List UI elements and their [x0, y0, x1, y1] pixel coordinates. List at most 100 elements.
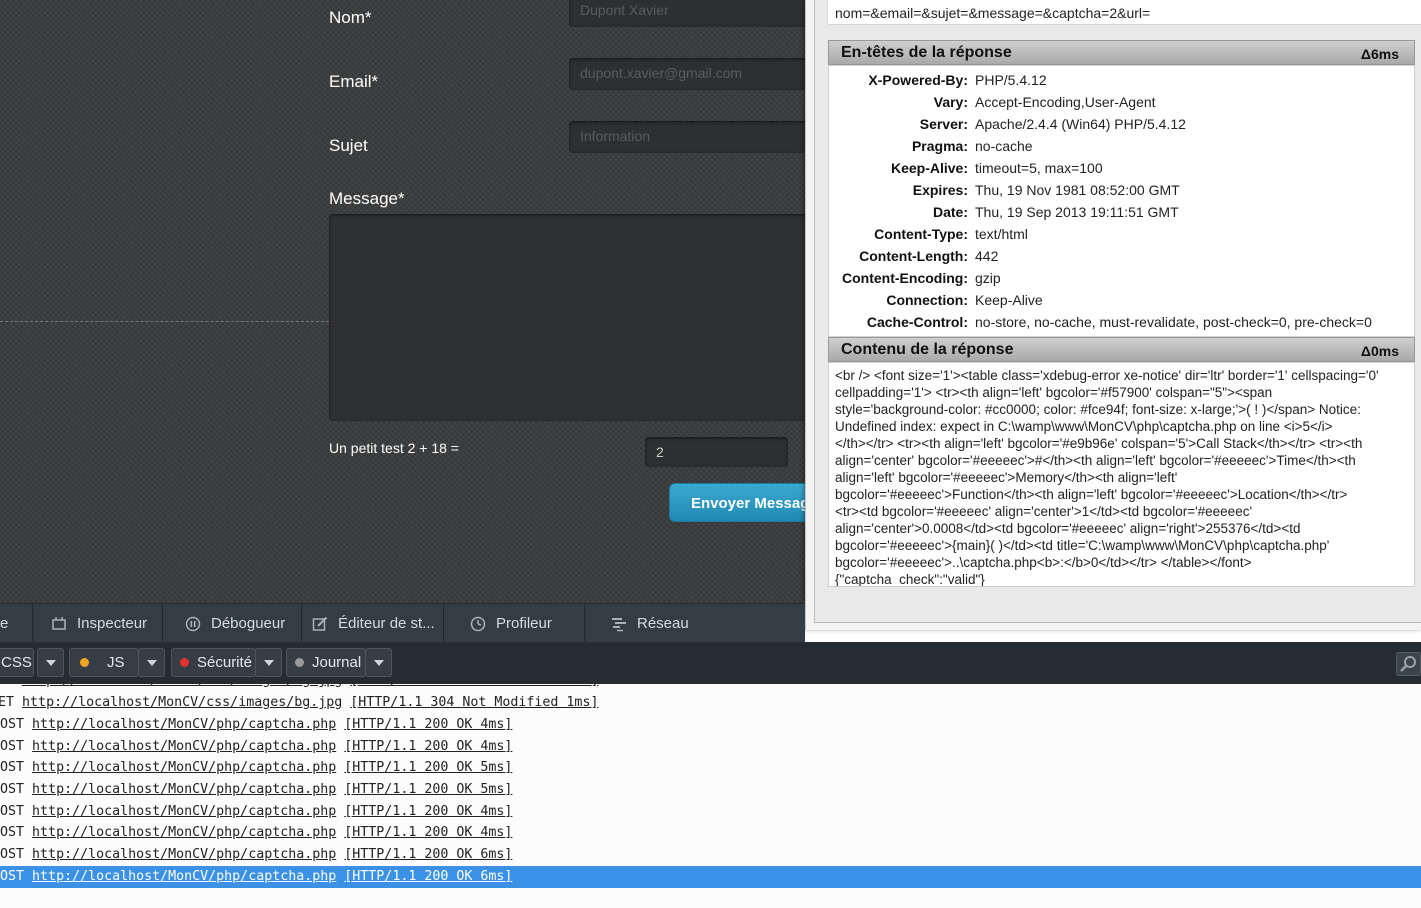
log-url-link[interactable]: http://localhost/MonCV/php/captcha.php	[32, 869, 336, 884]
console-log-row[interactable]: GET http://localhost/MonCV/css/images/bg…	[0, 692, 1421, 714]
console-log-row[interactable]: POST http://localhost/MonCV/php/captcha.…	[0, 736, 1421, 758]
log-status-link[interactable]: [HTTP/1.1 200 OK 4ms]	[344, 825, 512, 840]
filter-css-button[interactable]: CSS	[0, 648, 34, 677]
captcha-input[interactable]: 2	[645, 437, 788, 467]
log-status-link[interactable]: [HTTP/1.1 304 Not Modified 1ms]	[350, 695, 598, 710]
header-value: Thu, 19 Nov 1981 08:52:00 GMT	[975, 182, 1180, 198]
response-headers-time: Δ6ms	[1360, 46, 1399, 62]
header-value: text/html	[975, 226, 1028, 242]
console-search-button[interactable]	[1396, 652, 1421, 676]
response-headers-header[interactable]: En-têtes de la réponse Δ6ms	[828, 40, 1415, 65]
log-url-link[interactable]: http://localhost/MonCV/php/captcha.php	[32, 782, 336, 797]
response-content-line: bgcolor='#eeeeec'>Function</th><th align…	[835, 487, 1348, 502]
log-url-link[interactable]: http://localhost/MonCV/php/captcha.php	[32, 760, 336, 775]
email-placeholder: dupont.xavier@gmail.com	[580, 65, 743, 81]
response-content-line: align='center' bgcolor='#eeeeec'>#</th><…	[835, 453, 1356, 468]
tab-editeur-de-style[interactable]: Éditeur de st...	[302, 604, 444, 643]
details-container: nom=&email=&sujet=&message=&captcha=2&ur…	[814, 0, 1421, 623]
log-method: POST	[0, 804, 25, 819]
header-row: Content-Type: text/html	[829, 226, 1416, 248]
log-method: POST	[0, 717, 25, 732]
header-key: Date:	[932, 204, 968, 220]
log-status-link[interactable]: [HTTP/1.1 200 OK 4ms]	[344, 717, 512, 732]
send-message-button[interactable]: Envoyer Message	[669, 483, 805, 522]
console-log-row[interactable]: GET http://localhost/MonCV/css/images/bg…	[0, 684, 1421, 692]
header-row: Vary: Accept-Encoding,User-Agent	[829, 94, 1416, 116]
filter-journal-label: Journal	[312, 654, 362, 671]
tab-reseau[interactable]: Réseau	[585, 604, 705, 643]
pause-icon	[185, 616, 201, 631]
console-log-row[interactable]: POST http://localhost/MonCV/php/captcha.…	[0, 844, 1421, 866]
header-key: Server:	[919, 116, 968, 132]
log-status-link[interactable]: [HTTP/1.1 200 OK 5ms]	[344, 782, 512, 797]
response-content-line: {"captcha_check":"valid"}	[835, 572, 985, 587]
response-content-line: align='center'>0.0008</td><td bgcolor='#…	[835, 521, 1301, 536]
inspector-icon	[52, 616, 66, 630]
response-headers-title: En-têtes de la réponse	[841, 44, 1012, 61]
log-url-link[interactable]: http://localhost/MonCV/css/images/bg.jpg	[22, 695, 342, 710]
console-log-row[interactable]: POST http://localhost/MonCV/php/captcha.…	[0, 866, 1421, 888]
filter-securite-dropdown[interactable]	[255, 648, 282, 677]
log-status-link[interactable]: [HTTP/1.1 304 Not Modified 1ms]	[350, 684, 598, 688]
filter-js-dropdown[interactable]	[138, 648, 165, 677]
console-log-row[interactable]: POST http://localhost/MonCV/php/captcha.…	[0, 779, 1421, 801]
header-value: no-cache	[975, 138, 1033, 154]
log-url-link[interactable]: http://localhost/MonCV/php/captcha.php	[32, 825, 336, 840]
log-status-link[interactable]: [HTTP/1.1 200 OK 6ms]	[344, 869, 512, 884]
log-url-link[interactable]: http://localhost/MonCV/php/captcha.php	[32, 717, 336, 732]
header-value: no-store, no-cache, must-revalidate, pos…	[975, 314, 1372, 330]
tab-debogueur[interactable]: Débogueur	[163, 604, 302, 643]
tab-console[interactable]: e	[0, 604, 33, 643]
nom-label: Nom*	[329, 8, 372, 27]
tab-inspecteur[interactable]: Inspecteur	[33, 604, 163, 643]
log-status-link[interactable]: [HTTP/1.1 200 OK 4ms]	[344, 739, 512, 754]
log-method: POST	[0, 782, 25, 797]
log-url-link[interactable]: http://localhost/MonCV/php/captcha.php	[32, 739, 336, 754]
message-textarea[interactable]	[329, 214, 805, 421]
filter-css-dropdown[interactable]	[37, 648, 64, 677]
filter-journal-button[interactable]: Journal	[286, 648, 366, 677]
tab-editeur-label: Éditeur de st...	[338, 615, 435, 632]
header-value: timeout=5, max=100	[975, 160, 1103, 176]
filter-securite-button[interactable]: Sécurité	[171, 648, 256, 677]
web-page-viewport: Nom* Dupont Xavier Email* dupont.xavier@…	[0, 0, 805, 603]
header-key: Expires:	[912, 182, 968, 198]
network-icon	[612, 617, 626, 631]
sujet-input[interactable]: Information	[569, 121, 805, 153]
header-value: Keep-Alive	[975, 292, 1043, 308]
log-url-link[interactable]: http://localhost/MonCV/css/images/bg.jpg	[22, 684, 342, 688]
log-status-link[interactable]: [HTTP/1.1 200 OK 4ms]	[344, 804, 512, 819]
console-log-row[interactable]: POST http://localhost/MonCV/php/captcha.…	[0, 757, 1421, 779]
log-method: POST	[0, 869, 25, 884]
response-content-body: <br /> <font size='1'><table class='xdeb…	[828, 362, 1415, 587]
log-method: GET	[0, 695, 15, 710]
sujet-label: Sujet	[329, 136, 368, 155]
nom-input[interactable]: Dupont Xavier	[569, 0, 805, 27]
log-method: POST	[0, 847, 25, 862]
console-log-row[interactable]: POST http://localhost/MonCV/php/captcha.…	[0, 714, 1421, 736]
log-status-link[interactable]: [HTTP/1.1 200 OK 6ms]	[344, 847, 512, 862]
header-row: Content-Length: 442	[829, 248, 1416, 270]
log-url-link[interactable]: http://localhost/MonCV/php/captcha.php	[32, 847, 336, 862]
response-content-line: style='background-color: #cc0000; color:…	[835, 402, 1361, 417]
console-log-row[interactable]: POST http://localhost/MonCV/php/captcha.…	[0, 822, 1421, 844]
tab-reseau-label: Réseau	[637, 615, 689, 632]
tab-profileur[interactable]: Profileur	[444, 604, 585, 643]
console-log-output: GET http://localhost/MonCV/css/images/bg…	[0, 684, 1421, 908]
log-status-link[interactable]: [HTTP/1.1 200 OK 5ms]	[344, 760, 512, 775]
filter-journal-dropdown[interactable]	[365, 648, 392, 677]
securite-status-dot-icon	[180, 658, 189, 667]
captcha-question: Un petit test 2 + 18 =	[329, 440, 459, 456]
response-content-line: cellpadding='1'> <tr><th align='left' bg…	[835, 385, 1273, 400]
response-content-header[interactable]: Contenu de la réponse Δ0ms	[828, 337, 1415, 362]
header-value: Accept-Encoding,User-Agent	[975, 94, 1156, 110]
email-input[interactable]: dupont.xavier@gmail.com	[569, 58, 805, 90]
header-row: Cache-Control: no-store, no-cache, must-r…	[829, 314, 1416, 336]
log-url-link[interactable]: http://localhost/MonCV/php/captcha.php	[32, 804, 336, 819]
header-key: Pragma:	[911, 138, 968, 154]
filter-css-label: CSS	[1, 654, 32, 671]
tab-debogueur-label: Débogueur	[211, 615, 286, 632]
console-log-row[interactable]: POST http://localhost/MonCV/php/captcha.…	[0, 801, 1421, 823]
header-value: Thu, 19 Sep 2013 19:11:51 GMT	[975, 204, 1179, 220]
filter-js-button[interactable]: JS	[69, 648, 139, 677]
